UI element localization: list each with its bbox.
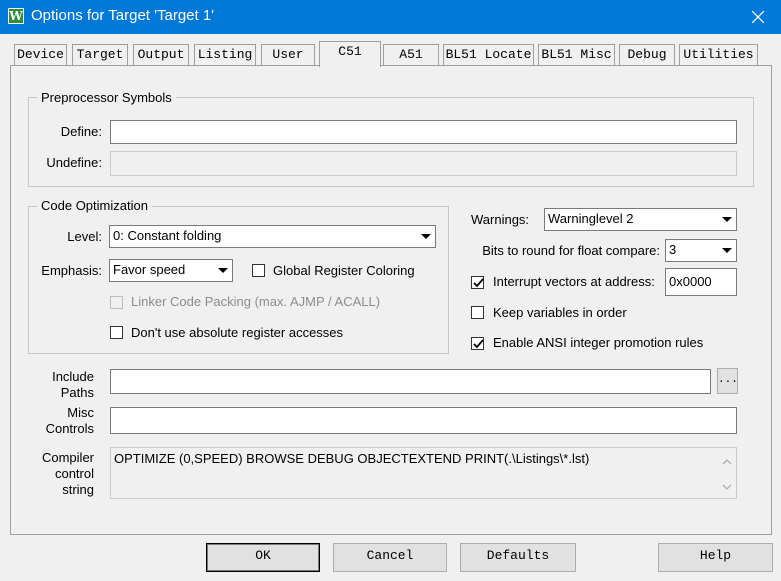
misc-controls-input[interactable]	[110, 407, 737, 434]
include-paths-label-line2: Paths	[60, 385, 94, 400]
compiler-control-label-line3: string	[62, 482, 94, 497]
checkmark-icon	[473, 278, 484, 288]
include-paths-input[interactable]	[110, 369, 711, 394]
level-label: Level:	[67, 229, 102, 244]
compiler-control-value: OPTIMIZE (0,SPEED) BROWSE DEBUG OBJECTEX…	[114, 451, 590, 466]
ansi-promotion-label: Enable ANSI integer promotion rules	[493, 335, 704, 350]
misc-controls-label-line2: Controls	[45, 421, 94, 436]
compiler-control-label-line2: control	[54, 466, 94, 481]
chevron-down-icon	[417, 227, 434, 246]
undefine-input	[110, 151, 737, 176]
warnings-select[interactable]: Warninglevel 2	[544, 208, 737, 231]
level-value: 0: Constant folding	[113, 228, 222, 243]
undefine-label: Undefine:	[46, 155, 102, 170]
bits-label: Bits to round for float compare:	[482, 243, 660, 258]
level-select[interactable]: 0: Constant folding	[109, 225, 436, 248]
chevron-down-icon	[718, 210, 735, 229]
bits-value: 3	[669, 242, 677, 257]
keep-variables-label: Keep variables in order	[493, 305, 627, 320]
chevron-down-icon	[718, 241, 735, 260]
define-label: Define:	[60, 124, 102, 139]
scroll-down-icon[interactable]	[721, 481, 733, 493]
interrupt-vectors-checkbox[interactable]	[471, 276, 484, 289]
global-register-coloring-label: Global Register Coloring	[273, 263, 415, 278]
preprocessor-group-title: Preprocessor Symbols	[37, 90, 176, 106]
checkmark-icon	[473, 339, 484, 349]
linker-code-packing-checkbox	[110, 296, 123, 309]
compiler-control-label-line1: Compiler	[41, 450, 94, 465]
linker-code-packing-label: Linker Code Packing (max. AJMP / ACALL)	[131, 294, 381, 309]
compiler-control-string: OPTIMIZE (0,SPEED) BROWSE DEBUG OBJECTEX…	[110, 447, 737, 499]
warnings-label: Warnings:	[471, 212, 530, 227]
emphasis-value: Favor speed	[113, 262, 186, 277]
dont-use-absolute-label: Don't use absolute register accesses	[131, 325, 344, 340]
interrupt-vectors-address-input[interactable]: 0x0000	[665, 268, 737, 296]
global-register-coloring-checkbox[interactable]	[252, 264, 265, 277]
scroll-up-icon[interactable]	[721, 456, 733, 468]
code-optimization-title: Code Optimization	[37, 198, 152, 214]
warnings-value: Warninglevel 2	[548, 211, 634, 226]
bits-select[interactable]: 3	[665, 239, 737, 262]
c51-options-content: Preprocessor Symbols Define: Undefine: C…	[0, 0, 781, 581]
include-paths-browse-button[interactable]: ...	[717, 368, 738, 394]
ansi-promotion-checkbox[interactable]	[471, 337, 484, 350]
emphasis-label: Emphasis:	[41, 263, 102, 278]
dont-use-absolute-checkbox[interactable]	[110, 326, 123, 339]
define-input[interactable]	[110, 120, 737, 144]
interrupt-vectors-address-value: 0x0000	[669, 274, 712, 289]
misc-controls-label-line1: Misc	[67, 405, 94, 420]
include-paths-label-line1: Include	[52, 369, 94, 384]
interrupt-vectors-label: Interrupt vectors at address:	[493, 274, 655, 289]
keep-variables-checkbox[interactable]	[471, 306, 484, 319]
chevron-down-icon	[214, 261, 231, 280]
emphasis-select[interactable]: Favor speed	[109, 259, 233, 282]
